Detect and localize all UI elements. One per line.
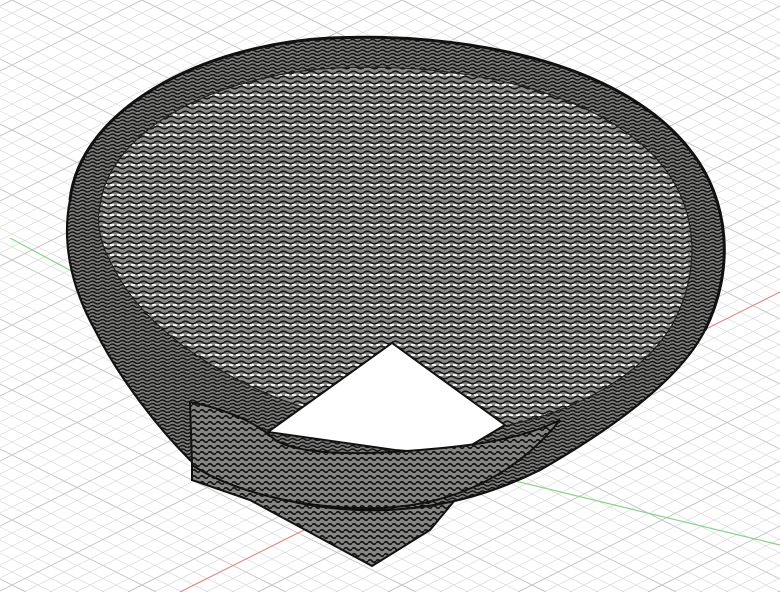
3d-viewport[interactable] xyxy=(0,0,780,592)
viewport-canvas[interactable] xyxy=(0,0,780,592)
mesh-bowl[interactable] xyxy=(65,35,726,568)
grid-line xyxy=(0,552,79,592)
grid-line xyxy=(751,577,780,592)
